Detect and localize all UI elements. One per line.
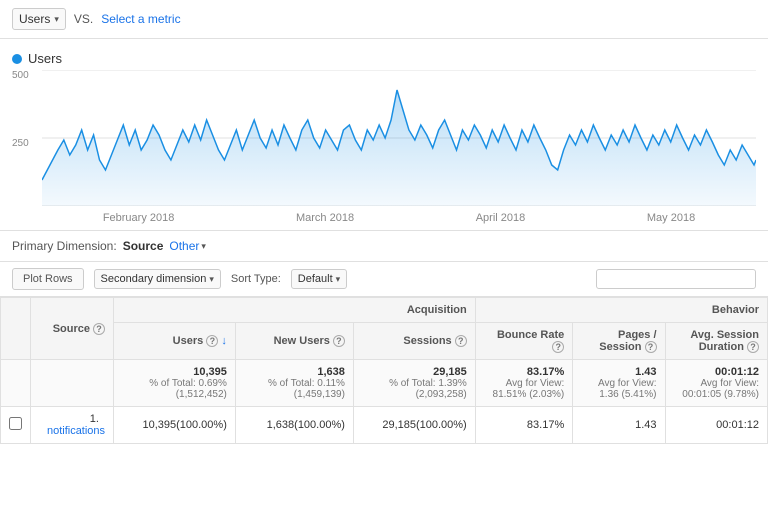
header-bounce-rate: Bounce Rate ?	[475, 323, 573, 360]
total-source-cell	[31, 360, 114, 407]
header-avg-session: Avg. Session Duration ?	[665, 323, 767, 360]
x-label-may: May 2018	[647, 212, 695, 224]
x-label-mar: March 2018	[296, 212, 354, 224]
users-help-icon[interactable]: ?	[206, 335, 218, 347]
total-row: 10,395 % of Total: 0.69% (1,512,452) 1,6…	[1, 360, 768, 407]
header-checkbox-cell	[1, 298, 31, 360]
default-sort-label: Default	[298, 273, 333, 285]
pages-session-help-icon[interactable]: ?	[645, 341, 657, 353]
top-controls: Users ▾ VS. Select a metric	[0, 0, 768, 39]
vs-label: VS.	[74, 12, 93, 26]
total-checkbox-cell	[1, 360, 31, 407]
search-input[interactable]	[596, 269, 756, 289]
table-controls: Plot Rows Secondary dimension ▾ Sort Typ…	[0, 261, 768, 297]
source-help-icon[interactable]: ?	[93, 323, 105, 335]
source-col-label: Source	[53, 323, 90, 335]
chevron-down-icon: ▾	[336, 274, 341, 285]
y-label-500: 500	[12, 70, 42, 81]
header-pages-session: Pages / Session ?	[573, 323, 665, 360]
bounce-rate-help-icon[interactable]: ?	[552, 341, 564, 353]
x-label-apr: April 2018	[476, 212, 526, 224]
row-source-name[interactable]: notifications	[47, 425, 105, 437]
row-new-users: 1,638(100.00%)	[235, 407, 353, 444]
data-table: Source ? Acquisition Behavior Users ? ↓ …	[0, 297, 768, 444]
primary-dim-label: Primary Dimension:	[12, 239, 117, 253]
total-avg-session-sub: Avg for View: 00:01:05 (9.78%)	[674, 378, 759, 400]
row-avg-session: 00:01:12	[665, 407, 767, 444]
other-dimension-link[interactable]: Other ▾	[169, 239, 206, 253]
legend-dot	[12, 54, 22, 64]
row-pages-session: 1.43	[573, 407, 665, 444]
total-bounce-rate-sub: Avg for View: 81.51% (2.03%)	[484, 378, 565, 400]
chart-legend-label: Users	[28, 51, 62, 66]
row-checkbox-input[interactable]	[9, 417, 22, 430]
row-bounce-rate: 83.17%	[475, 407, 573, 444]
source-label: Source	[123, 239, 164, 253]
plot-rows-button[interactable]: Plot Rows	[12, 268, 84, 290]
sort-icon[interactable]: ↓	[221, 335, 227, 347]
chart-container: 500 250 F	[12, 70, 756, 230]
sort-type-label: Sort Type:	[231, 273, 281, 285]
total-new-users-sub: % of Total: 0.11% (1,459,139)	[244, 378, 345, 400]
x-axis-labels: February 2018 March 2018 April 2018 May …	[42, 206, 756, 230]
total-avg-session: 00:01:12 Avg for View: 00:01:05 (9.78%)	[665, 360, 767, 407]
row-sessions: 29,185(100.00%)	[353, 407, 475, 444]
y-label-250: 250	[12, 138, 42, 149]
header-source: Source ?	[31, 298, 114, 360]
chart-svg	[42, 70, 756, 206]
total-sessions-sub: % of Total: 1.39% (2,093,258)	[362, 378, 467, 400]
total-pages-session: 1.43 Avg for View: 1.36 (5.41%)	[573, 360, 665, 407]
row-users: 10,395(100.00%)	[114, 407, 236, 444]
chevron-down-icon: ▾	[201, 241, 206, 252]
table-row: 1. notifications 10,395(100.00%) 1,638(1…	[1, 407, 768, 444]
chart-y-labels: 500 250	[12, 70, 42, 206]
acquisition-group-header: Acquisition	[114, 298, 476, 323]
secondary-dimension-dropdown[interactable]: Secondary dimension ▾	[94, 269, 221, 289]
line-chart-svg	[42, 70, 756, 206]
new-users-help-icon[interactable]: ?	[333, 335, 345, 347]
row-source: 1. notifications	[31, 407, 114, 444]
total-new-users: 1,638 % of Total: 0.11% (1,459,139)	[235, 360, 353, 407]
behavior-group-header: Behavior	[475, 298, 767, 323]
chevron-down-icon: ▾	[209, 274, 214, 285]
sessions-help-icon[interactable]: ?	[455, 335, 467, 347]
row-checkbox[interactable]	[1, 407, 31, 444]
header-sessions: Sessions ?	[353, 323, 475, 360]
chart-area: Users 500 250	[0, 39, 768, 230]
secondary-dim-label: Secondary dimension	[101, 273, 207, 285]
row-num: 1.	[90, 413, 99, 425]
x-label-feb: February 2018	[103, 212, 175, 224]
avg-session-help-icon[interactable]: ?	[747, 341, 759, 353]
chevron-down-icon: ▾	[54, 14, 59, 25]
primary-dimension-bar: Primary Dimension: Source Other ▾	[0, 230, 768, 261]
total-pages-session-sub: Avg for View: 1.36 (5.41%)	[581, 378, 656, 400]
chart-legend: Users	[12, 51, 756, 66]
header-new-users: New Users ?	[235, 323, 353, 360]
select-metric-link[interactable]: Select a metric	[101, 12, 180, 26]
total-users: 10,395 % of Total: 0.69% (1,512,452)	[114, 360, 236, 407]
sort-type-dropdown[interactable]: Default ▾	[291, 269, 347, 289]
total-bounce-rate: 83.17% Avg for View: 81.51% (2.03%)	[475, 360, 573, 407]
total-users-sub: % of Total: 0.69% (1,512,452)	[122, 378, 227, 400]
other-label: Other	[169, 239, 199, 253]
metric-label: Users	[19, 12, 50, 26]
header-users: Users ? ↓	[114, 323, 236, 360]
metric-dropdown[interactable]: Users ▾	[12, 8, 66, 30]
total-sessions: 29,185 % of Total: 1.39% (2,093,258)	[353, 360, 475, 407]
